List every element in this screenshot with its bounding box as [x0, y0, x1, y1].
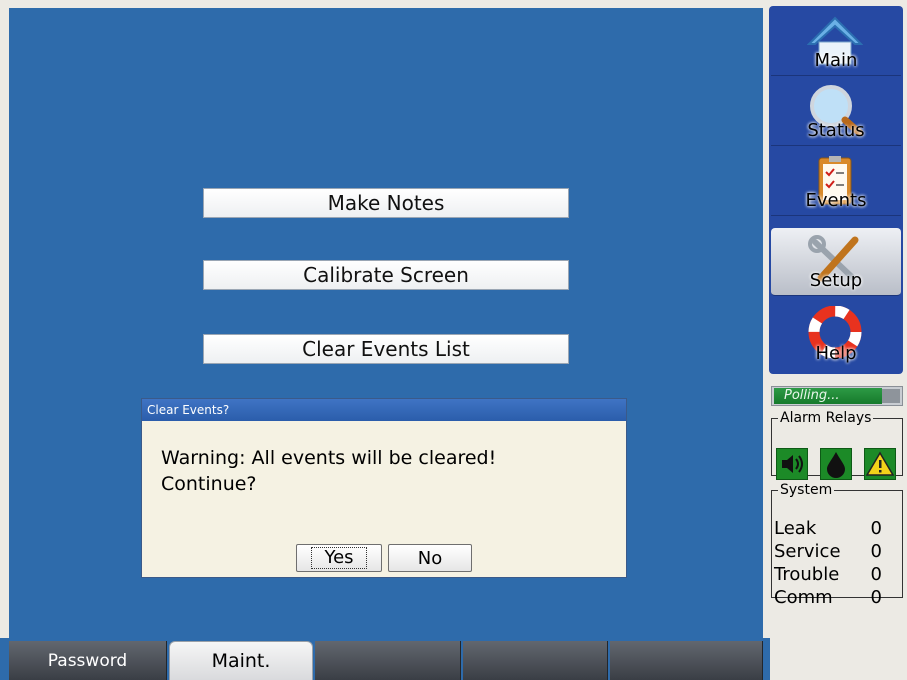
no-button[interactable]: No	[388, 544, 472, 572]
system-value: 0	[870, 541, 882, 562]
system-row-leak: Leak 0	[774, 518, 882, 541]
main-work-area: Make Notes Calibrate Screen Clear Events…	[9, 8, 763, 638]
system-title: System	[780, 482, 833, 498]
tab-empty-3[interactable]	[315, 641, 461, 680]
system-value: 0	[870, 587, 882, 608]
clear-events-list-button[interactable]: Clear Events List	[203, 334, 569, 364]
tab-empty-5[interactable]	[610, 641, 763, 680]
nav-label-events: Events	[805, 190, 867, 211]
make-notes-button[interactable]: Make Notes	[203, 188, 569, 218]
dialog-title: Clear Events?	[142, 399, 626, 421]
tab-empty-4[interactable]	[463, 641, 608, 680]
nav-item-setup[interactable]: Setup	[771, 228, 901, 296]
system-label: Comm	[774, 587, 833, 608]
nav-item-events[interactable]: Events	[771, 148, 901, 216]
system-label: Trouble	[774, 564, 840, 585]
nav-item-help[interactable]: Help	[771, 300, 901, 368]
tab-password[interactable]: Password	[9, 641, 167, 680]
polling-status-text: Polling...	[774, 388, 882, 404]
leak-relay[interactable]	[820, 448, 852, 480]
system-value: 0	[870, 564, 882, 585]
polling-indicator: Polling...	[771, 386, 903, 406]
warning-icon	[865, 451, 895, 476]
system-group: System Leak 0 Service 0 Trouble 0 Comm 0	[771, 482, 903, 608]
alarm-relays-group: Alarm Relays	[771, 410, 903, 480]
warning-relay[interactable]	[864, 448, 896, 480]
tab-maint[interactable]: Maint.	[169, 641, 313, 680]
nav-item-main[interactable]: Main	[771, 8, 901, 76]
drop-icon	[827, 452, 845, 478]
system-value: 0	[870, 518, 882, 539]
nav-label-help: Help	[815, 343, 857, 364]
system-row-service: Service 0	[774, 541, 882, 564]
system-label: Service	[774, 541, 841, 562]
dialog-warning-text: Warning: All events will be cleared!	[161, 447, 497, 469]
dialog-continue-text: Continue?	[161, 473, 257, 495]
nav-item-status[interactable]: Status	[771, 78, 901, 146]
calibrate-screen-button[interactable]: Calibrate Screen	[203, 260, 569, 290]
no-button-label: No	[417, 547, 443, 569]
nav-label-status: Status	[807, 120, 865, 141]
system-row-trouble: Trouble 0	[774, 564, 882, 587]
system-row-comm: Comm 0	[774, 587, 882, 610]
nav-label-setup: Setup	[809, 270, 863, 291]
polling-led	[882, 389, 900, 403]
yes-button-label: Yes	[311, 547, 367, 569]
speaker-relay[interactable]	[776, 448, 808, 480]
speaker-icon	[782, 455, 803, 473]
nav-label-main: Main	[814, 50, 858, 71]
alarm-relays-title: Alarm Relays	[780, 410, 872, 426]
system-label: Leak	[774, 518, 817, 539]
side-navigation: Main Status Events Setup Help	[769, 6, 903, 374]
bottom-tab-bar: Password Maint.	[0, 638, 770, 680]
yes-button[interactable]: Yes	[296, 544, 382, 572]
clear-events-dialog: Clear Events? Warning: All events will b…	[141, 398, 627, 578]
